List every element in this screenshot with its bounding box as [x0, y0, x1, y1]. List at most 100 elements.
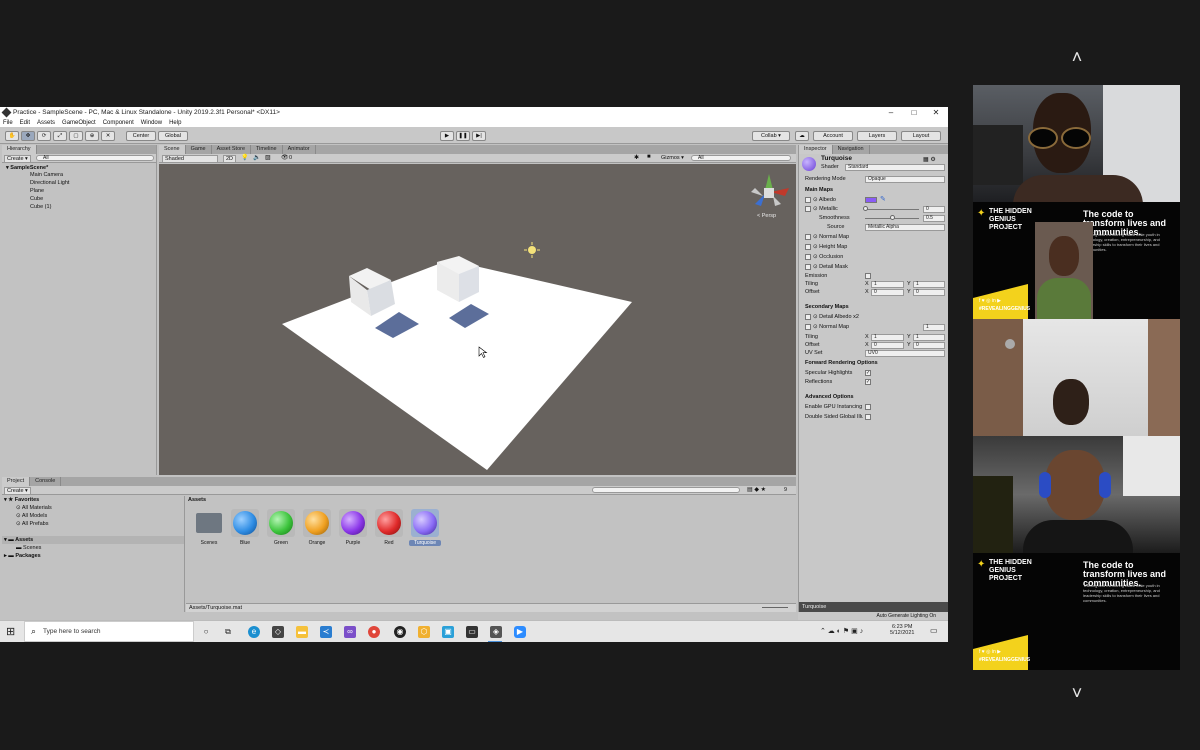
hierarchy-item[interactable]: Cube: [2, 195, 156, 203]
asset-material-selected[interactable]: Turquoise: [409, 509, 441, 546]
shader-dropdown[interactable]: Standard: [845, 164, 945, 171]
shading-mode-dropdown[interactable]: Shaded: [162, 155, 218, 163]
preview-bar[interactable]: Turquoise: [799, 602, 948, 612]
step-button-icon[interactable]: ▶|: [472, 131, 486, 141]
metallic-value[interactable]: 0: [923, 206, 945, 213]
tab-timeline[interactable]: Timeline: [251, 145, 283, 154]
tab-asset-store[interactable]: Asset Store: [212, 145, 252, 154]
pivot-center-toggle[interactable]: Center: [126, 131, 156, 141]
participant-video-tile[interactable]: ✦ THE HIDDEN GENIUS PROJECT The code to …: [973, 553, 1180, 670]
camera-settings-icon[interactable]: ✱: [634, 154, 639, 161]
scene-search-input[interactable]: All: [691, 155, 791, 161]
tiling2-y-field[interactable]: 1: [913, 334, 945, 341]
menu-assets[interactable]: Assets: [37, 120, 55, 126]
store-icon[interactable]: ▣: [442, 626, 454, 638]
move-tool-icon[interactable]: ✥: [21, 131, 35, 141]
custom-tool-icon[interactable]: ✕: [101, 131, 115, 141]
tab-scene[interactable]: Scene: [159, 145, 186, 154]
eyedropper-icon[interactable]: ✎: [880, 195, 886, 203]
project-search-input[interactable]: [592, 487, 740, 493]
participant-video-tile[interactable]: [973, 319, 1180, 436]
rendering-mode-dropdown[interactable]: Opaque: [865, 176, 945, 183]
collab-button[interactable]: Collab ▾: [752, 131, 790, 141]
zoom-icon[interactable]: ▶: [514, 626, 526, 638]
gallery-scroll-down-icon[interactable]: ˅: [1064, 684, 1090, 702]
gizmos-dropdown[interactable]: Gizmos ▾: [661, 155, 684, 161]
albedo-texture-slot[interactable]: [805, 197, 811, 203]
menu-component[interactable]: Component: [103, 120, 134, 126]
uv-set-dropdown[interactable]: UV0: [865, 350, 945, 357]
assets-node[interactable]: ▾ ▬ Assets: [2, 536, 184, 544]
participant-video-tile[interactable]: [973, 436, 1180, 553]
albedo-color-swatch[interactable]: [865, 197, 877, 203]
pause-button-icon[interactable]: ❚❚: [456, 131, 470, 141]
hierarchy-item[interactable]: Directional Light: [2, 179, 156, 187]
participant-video-tile[interactable]: ✦ THE HIDDEN GENIUS PROJECT The code to …: [973, 202, 1180, 319]
cortana-icon[interactable]: ○: [200, 626, 212, 638]
offset2-x-field[interactable]: 0: [871, 342, 904, 349]
tab-game[interactable]: Game: [186, 145, 212, 154]
chrome-icon[interactable]: ●: [368, 626, 380, 638]
tab-navigation[interactable]: Navigation: [833, 145, 870, 154]
edge-icon[interactable]: e: [248, 626, 260, 638]
play-button-icon[interactable]: ▶: [440, 131, 454, 141]
emission-checkbox[interactable]: [865, 273, 871, 279]
smoothness-slider-handle[interactable]: [890, 215, 895, 220]
gpu-instancing-checkbox[interactable]: [865, 404, 871, 410]
tiling2-x-field[interactable]: 1: [871, 334, 904, 341]
specular-checkbox[interactable]: ✓: [865, 370, 871, 376]
light-toggle-icon[interactable]: 💡: [241, 154, 248, 161]
maximize-button[interactable]: □: [903, 107, 925, 118]
inspector-options-icon[interactable]: ▦ ⚙: [923, 156, 936, 163]
rotate-tool-icon[interactable]: ⟳: [37, 131, 51, 141]
minimize-button[interactable]: –: [880, 107, 902, 118]
windows-start-icon[interactable]: ⊞: [6, 626, 15, 638]
detail-albedo-slot[interactable]: [805, 314, 811, 320]
file-explorer-icon[interactable]: ▬: [296, 626, 308, 638]
asset-material[interactable]: Blue: [229, 509, 261, 546]
normal-map-slot[interactable]: [805, 234, 811, 240]
favorite-item[interactable]: ⊙ All Materials: [2, 504, 184, 512]
hierarchy-search-input[interactable]: All: [36, 155, 154, 161]
source-dropdown[interactable]: Metallic Alpha: [865, 224, 945, 231]
hierarchy-create-button[interactable]: Create ▾: [4, 155, 31, 163]
system-tray-icons[interactable]: ⌃ ☁ ◐ ⚑ ▣ ♪: [820, 627, 863, 635]
tiling-y-field[interactable]: 1: [913, 281, 945, 288]
hierarchy-item[interactable]: Plane: [2, 187, 156, 195]
asset-material[interactable]: Purple: [337, 509, 369, 546]
effects-toggle-icon[interactable]: ▨: [265, 154, 271, 161]
rect-tool-icon[interactable]: ▢: [69, 131, 83, 141]
cloud-icon[interactable]: ☁: [795, 131, 809, 141]
menu-edit[interactable]: Edit: [20, 120, 30, 126]
notifications-icon[interactable]: ▭: [930, 626, 938, 635]
tab-inspector[interactable]: Inspector: [799, 145, 833, 154]
assets-breadcrumb[interactable]: Assets: [188, 497, 206, 503]
filter-icons[interactable]: ▤ ◆ ★: [747, 486, 766, 493]
double-sided-checkbox[interactable]: [865, 414, 871, 420]
unity-icon[interactable]: ◈: [490, 626, 502, 638]
menu-gameobject[interactable]: GameObject: [62, 120, 96, 126]
occlusion-slot[interactable]: [805, 254, 811, 260]
secondary-normal-slot[interactable]: [805, 324, 811, 330]
terminal-icon[interactable]: ▭: [466, 626, 478, 638]
clock[interactable]: 6:23 PM 5/12/2021: [890, 624, 914, 636]
scenes-folder[interactable]: ▬ Scenes: [2, 544, 184, 552]
favorite-item[interactable]: ⊙ All Prefabs: [2, 520, 184, 528]
project-create-button[interactable]: Create ▾: [4, 487, 31, 495]
tab-animator[interactable]: Animator: [283, 145, 316, 154]
layers-dropdown[interactable]: Layers: [857, 131, 897, 141]
zoom-slider[interactable]: [762, 607, 788, 608]
unity-hub-icon[interactable]: ◇: [272, 626, 284, 638]
perspective-label[interactable]: < Persp: [757, 213, 776, 219]
offset-y-field[interactable]: 0: [913, 289, 945, 296]
hand-tool-icon[interactable]: ✋: [5, 131, 19, 141]
hierarchy-item[interactable]: Main Camera: [2, 171, 156, 179]
global-space-toggle[interactable]: Global: [158, 131, 188, 141]
close-button[interactable]: ✕: [925, 107, 947, 118]
smoothness-value[interactable]: 0.5: [923, 215, 945, 222]
tab-hierarchy[interactable]: Hierarchy: [2, 145, 37, 154]
reflections-checkbox[interactable]: ✓: [865, 379, 871, 385]
asset-material[interactable]: Green: [265, 509, 297, 546]
menu-window[interactable]: Window: [141, 120, 162, 126]
audio-toggle-icon[interactable]: 🔈: [253, 154, 260, 161]
